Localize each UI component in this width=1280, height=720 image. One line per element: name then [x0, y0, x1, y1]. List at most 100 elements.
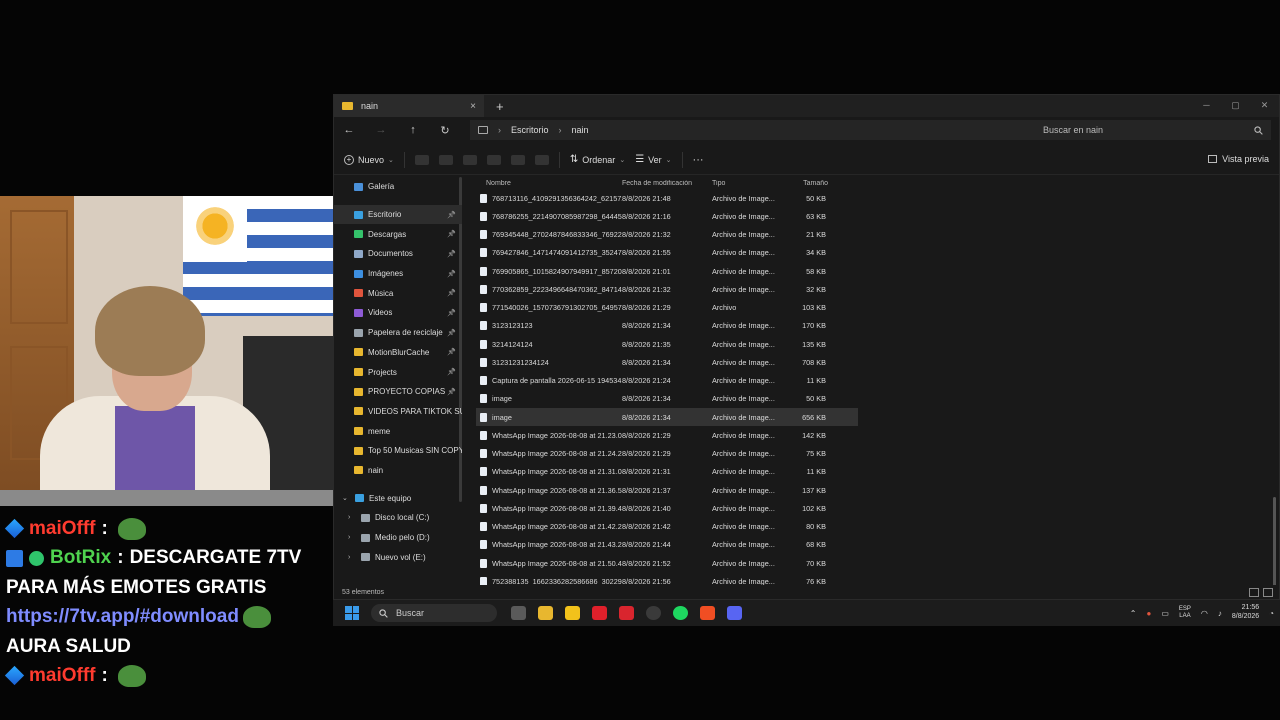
new-tab-button[interactable]: +: [496, 99, 504, 114]
sticky-app-icon[interactable]: [565, 606, 580, 620]
notification-bell-icon[interactable]: ◔: [1269, 609, 1274, 618]
file-row[interactable]: 769345448_2702487846833346_7692220... 8/8…: [476, 226, 858, 244]
spotify-icon[interactable]: [673, 606, 688, 620]
refresh-button[interactable]: ↻: [438, 124, 452, 137]
cut-icon[interactable]: [414, 154, 429, 165]
sidebar-drive-1[interactable]: › Medio pelo (D:): [334, 528, 462, 548]
sidebar-item-descargas[interactable]: Descargas 📌: [334, 224, 462, 244]
forward-button[interactable]: →: [374, 124, 388, 136]
minimize-button[interactable]: ─: [1192, 95, 1221, 115]
file-row[interactable]: 771540026_1570736791302705_6495761... 8/8…: [476, 299, 858, 317]
speaker-icon[interactable]: ♪: [1218, 609, 1222, 618]
clock[interactable]: 21:56 8/8/2026: [1232, 604, 1259, 622]
sidebar-drive-2[interactable]: › Nuevo vol (E:): [334, 547, 462, 567]
tiles-view-button[interactable]: [1263, 588, 1273, 597]
share-icon[interactable]: [510, 154, 525, 165]
up-button[interactable]: ↑: [406, 124, 420, 136]
tab-nain[interactable]: nain ×: [334, 95, 484, 117]
search-box[interactable]: Buscar en nain: [1035, 120, 1271, 140]
sidebar-item-videos-para-tiktok-subi[interactable]: VIDEOS PARA TIKTOK SUBI: [334, 402, 462, 422]
sidebar-item-galer-a[interactable]: Galería: [334, 177, 462, 197]
file-row[interactable]: 768786255_2214907085987298_6444504... 8/8…: [476, 207, 858, 225]
opera-icon[interactable]: [592, 606, 607, 620]
language-indicator[interactable]: ESP LAA: [1179, 606, 1191, 620]
file-row[interactable]: WhatsApp Image 2026-08-08 at 21.24.25 8/8…: [476, 445, 858, 463]
file-row[interactable]: WhatsApp Image 2026-08-08 at 21.42.21 8/8…: [476, 518, 858, 536]
more-options-button[interactable]: ···: [693, 154, 704, 166]
file-row[interactable]: 770362859_2223496648470362_8471430... 8/8…: [476, 280, 858, 298]
back-button[interactable]: ←: [342, 124, 356, 136]
sidebar-item-im-genes[interactable]: Imágenes 📌: [334, 264, 462, 284]
wifi-icon[interactable]: ◠: [1201, 609, 1208, 618]
file-row[interactable]: WhatsApp Image 2026-08-08 at 21.43.20 8/8…: [476, 536, 858, 554]
file-row[interactable]: WhatsApp Image 2026-08-08 at 21.31.08 8/8…: [476, 463, 858, 481]
sidebar-item-top-50-musicas-sin-copyri[interactable]: Top 50 Musicas SIN COPYRI: [334, 441, 462, 461]
file-explorer-icon[interactable]: [538, 606, 553, 620]
brave-icon[interactable]: [700, 606, 715, 620]
sidebar-item-motionblurcache[interactable]: MotionBlurCache 📌: [334, 343, 462, 363]
file-list-scrollbar[interactable]: [1273, 497, 1276, 585]
sidebar-drive-0[interactable]: › Disco local (C:): [334, 508, 462, 528]
file-row[interactable]: Captura de pantalla 2026-06-15 1945341 8/…: [476, 372, 858, 390]
file-size: 70 KB: [806, 558, 826, 568]
details-view-button[interactable]: [1249, 588, 1259, 597]
breadcrumb-separator: ›: [558, 125, 562, 135]
file-row[interactable]: 3214124124 8/8/2026 21:35 Archivo de Image…: [476, 335, 858, 353]
file-row[interactable]: 769905865_1015824907949917_8572058... 8/8…: [476, 262, 858, 280]
search-input[interactable]: Buscar en nain: [1043, 125, 1103, 135]
chat-link[interactable]: https://7tv.app/#download: [6, 602, 239, 631]
microphone-icon[interactable]: ●: [1147, 609, 1152, 618]
file-row[interactable]: WhatsApp Image 2026-08-08 at 21.39.47 8/8…: [476, 499, 858, 517]
rename-icon[interactable]: [486, 154, 501, 165]
close-tab-button[interactable]: ×: [470, 101, 476, 112]
file-row[interactable]: 752388135_1662336282586686_3022960... 8/8…: [476, 572, 858, 585]
wps-icon[interactable]: [619, 606, 634, 620]
sidebar-item-projects[interactable]: Projects 📌: [334, 362, 462, 382]
sidebar-item-nain[interactable]: nain: [334, 461, 462, 481]
sidebar-item-papelera-de-reciclaje[interactable]: Papelera de reciclaje 📌: [334, 323, 462, 343]
column-date[interactable]: Fecha de modificación: [622, 180, 712, 187]
taskbar-search[interactable]: Buscar: [371, 604, 497, 622]
file-date: 8/8/2026 21:01: [622, 266, 671, 276]
close-window-button[interactable]: ✕: [1250, 95, 1279, 115]
image-file-icon: [480, 540, 487, 550]
sidebar-item-m-sica[interactable]: Música 📌: [334, 283, 462, 303]
obs-icon[interactable]: [646, 606, 661, 620]
delete-icon[interactable]: [534, 154, 549, 165]
file-row[interactable]: 3123123123 8/8/2026 21:34 Archivo de Image…: [476, 317, 858, 335]
sidebar-item-este-equipo[interactable]: ⌄ Este equipo: [334, 488, 462, 508]
new-button[interactable]: + Nuevo ⌄: [344, 154, 394, 165]
column-type[interactable]: Tipo: [712, 180, 784, 187]
file-row[interactable]: 31231231234124 8/8/2026 21:34 Archivo de I…: [476, 353, 858, 371]
sidebar-item-escritorio[interactable]: Escritorio 📌: [334, 204, 462, 225]
windows-start-icon[interactable]: [345, 606, 359, 620]
file-row[interactable]: WhatsApp Image 2026-08-08 at 21.23.05 8/8…: [476, 426, 858, 444]
file-row[interactable]: image 8/8/2026 21:34 Archivo de Image... 65…: [476, 408, 858, 427]
maximize-button[interactable]: ▢: [1221, 95, 1250, 115]
file-row[interactable]: image 8/8/2026 21:34 Archivo de Image... 50…: [476, 390, 858, 408]
chevron-up-icon[interactable]: ⌃: [1130, 609, 1137, 618]
sidebar-item-documentos[interactable]: Documentos 📌: [334, 244, 462, 264]
command-bar: + Nuevo ⌄ ⇅ Ordenar ⌄ ☰ Ver ⌄ ··· Vista …: [334, 145, 1279, 175]
discord-icon[interactable]: [727, 606, 742, 620]
preview-pane-button[interactable]: Vista previa: [1208, 154, 1269, 164]
task-view-icon[interactable]: [511, 606, 526, 620]
column-name[interactable]: Nombre: [476, 180, 622, 187]
paste-icon[interactable]: [462, 154, 477, 165]
address-bar[interactable]: › Escritorio › nain: [470, 120, 1035, 140]
view-button[interactable]: ☰ Ver ⌄: [635, 154, 671, 165]
file-row[interactable]: WhatsApp Image 2026-08-08 at 21.50.43 8/8…: [476, 554, 858, 572]
sidebar-item-videos[interactable]: Videos 📌: [334, 303, 462, 323]
breadcrumb-nain[interactable]: nain: [572, 125, 589, 135]
file-type: Archivo de Image...: [712, 376, 775, 386]
file-row[interactable]: 769427846_1471474091412735_3524711... 8/8…: [476, 244, 858, 262]
copy-icon[interactable]: [438, 154, 453, 165]
breadcrumb-escritorio[interactable]: Escritorio: [511, 125, 549, 135]
file-row[interactable]: 768713116_4109291356364242_6215720... 8/8…: [476, 189, 858, 207]
column-size[interactable]: Tamaño: [784, 180, 828, 187]
sidebar-item-proyecto-copias[interactable]: PROYECTO COPIAS 📌: [334, 382, 462, 402]
keyboard-icon[interactable]: ▭: [1161, 609, 1169, 618]
sidebar-item-meme[interactable]: meme: [334, 421, 462, 441]
file-row[interactable]: WhatsApp Image 2026-08-08 at 21.36.53 8/8…: [476, 481, 858, 499]
sort-button[interactable]: ⇅ Ordenar ⌄: [570, 154, 625, 165]
